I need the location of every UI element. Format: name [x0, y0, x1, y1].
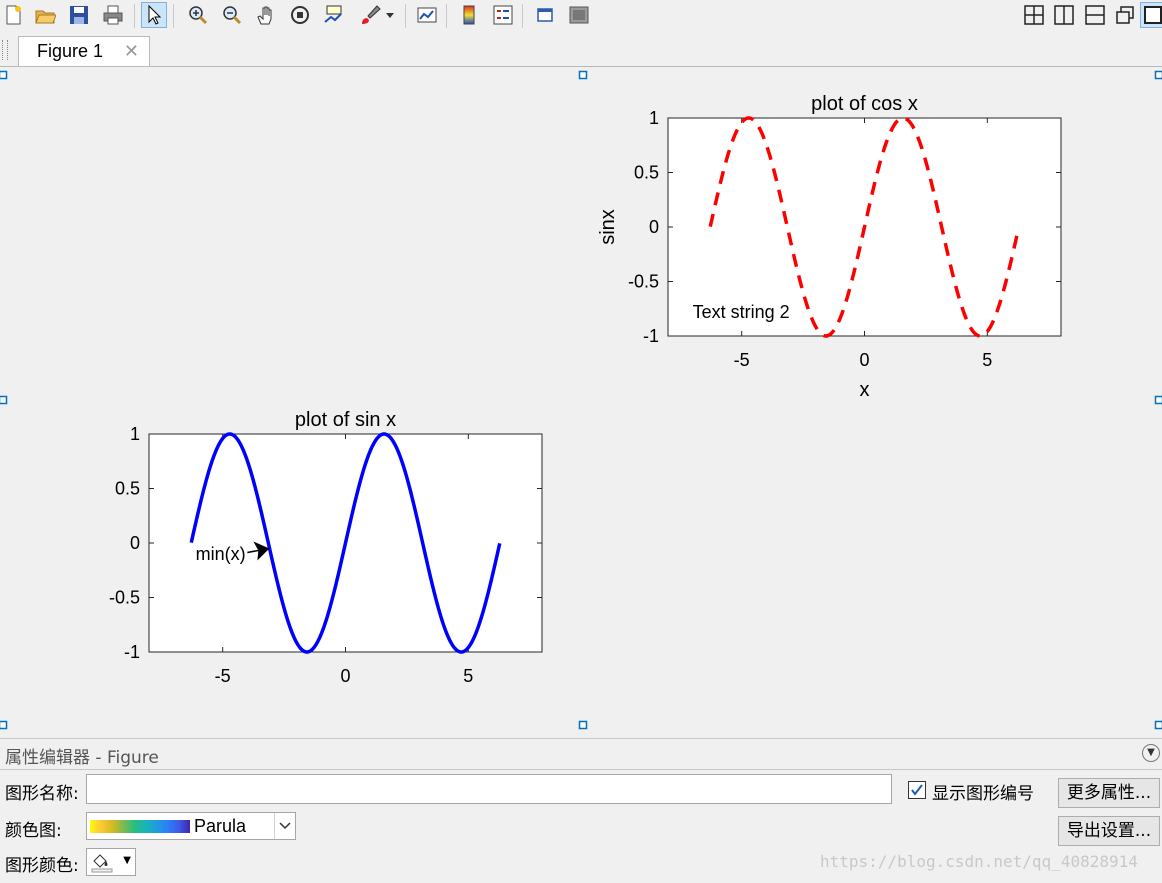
x-tick-label: -5	[734, 350, 750, 370]
tab-figure-1[interactable]: Figure 1 ✕	[18, 36, 150, 66]
print-icon[interactable]	[100, 2, 126, 28]
x-tick-label: 0	[340, 666, 350, 686]
rotate-3d-icon[interactable]	[287, 2, 313, 28]
x-tick-label: -5	[215, 666, 231, 686]
brush-icon[interactable]	[357, 2, 383, 28]
x-axis-label: x	[860, 379, 870, 401]
y-tick-label: -0.5	[109, 588, 140, 608]
chevron-down-icon: ▼	[123, 855, 131, 866]
tile-columns-icon[interactable]	[1051, 2, 1077, 28]
y-tick-label: 1	[649, 108, 659, 128]
property-editor-title: 属性编辑器 - Figure	[5, 748, 159, 768]
figure-color-label: 图形颜色:	[5, 856, 79, 876]
selection-handle	[1154, 395, 1162, 405]
selection-handle	[0, 395, 8, 405]
y-tick-label: 0	[649, 217, 659, 237]
figure-toolbar	[0, 0, 1162, 33]
figure-name-label: 图形名称:	[5, 784, 79, 804]
selection-handle	[0, 70, 8, 80]
colormap-swatch	[90, 820, 190, 833]
y-tick-label: -1	[124, 642, 140, 662]
figure-svg: -5 0 5 -1 -0.5 0 0.5 1 plot of cos x x sinx Text st…	[0, 70, 1162, 730]
hide-tools-icon[interactable]	[532, 2, 558, 28]
x-tick-label: 5	[982, 350, 992, 370]
y-tick-label: 0	[130, 533, 140, 553]
selection-handle	[0, 720, 8, 730]
float-icon[interactable]	[1112, 2, 1138, 28]
x-tick-label: 5	[463, 666, 473, 686]
figure-tab-strip: Figure 1 ✕	[0, 32, 1162, 67]
colorbar-icon[interactable]	[456, 2, 482, 28]
y-tick-label: 1	[130, 424, 140, 444]
save-icon[interactable]	[66, 2, 92, 28]
selection-handle	[578, 720, 588, 730]
figure-color-button[interactable]: ▼	[86, 848, 136, 876]
tile-2x2-icon[interactable]	[1021, 2, 1047, 28]
chart-title: plot of cos x	[811, 93, 918, 115]
brush-dropdown-icon[interactable]	[383, 2, 397, 28]
legend-icon[interactable]	[490, 2, 516, 28]
link-plot-icon[interactable]	[414, 2, 440, 28]
more-properties-button[interactable]: 更多属性...	[1058, 778, 1160, 808]
y-tick-label: 0.5	[634, 163, 659, 183]
watermark: https://blog.csdn.net/qq_40828914	[820, 852, 1138, 871]
arrow-select-icon[interactable]	[141, 2, 167, 28]
pan-hand-icon[interactable]	[253, 2, 279, 28]
y-axis-label: sinx	[597, 209, 619, 245]
zoom-out-icon[interactable]	[219, 2, 245, 28]
paint-bucket-icon	[91, 854, 113, 873]
chart-title: plot of sin x	[295, 409, 396, 431]
close-icon[interactable]: ✕	[124, 41, 139, 62]
y-tick-label: -1	[643, 326, 659, 346]
figure-name-input[interactable]	[86, 774, 892, 804]
show-tools-icon[interactable]	[566, 2, 592, 28]
tab-label: Figure 1	[37, 41, 104, 61]
show-number-label: 显示图形编号	[932, 784, 1034, 804]
open-file-icon[interactable]	[32, 2, 58, 28]
tab-grip-icon[interactable]	[2, 40, 8, 60]
new-figure-icon[interactable]	[0, 2, 26, 28]
export-settings-button[interactable]: 导出设置...	[1058, 816, 1160, 846]
colormap-value: Parula	[194, 816, 247, 836]
x-tick-label: 0	[859, 350, 869, 370]
show-number-checkbox[interactable]	[908, 781, 926, 799]
selection-handle	[578, 70, 588, 80]
axes-sin: -5 0 5 -1 -0.5 0 0.5 1 plot of sin x min(x)	[109, 409, 543, 686]
annotation-text: Text string 2	[693, 302, 790, 322]
annotation-text: min(x)	[196, 544, 246, 564]
selection-handle	[1154, 720, 1162, 730]
dock-icon[interactable]	[1140, 2, 1162, 28]
y-tick-label: -0.5	[628, 272, 659, 292]
colormap-select[interactable]: Parula	[86, 812, 296, 840]
collapse-icon[interactable]: ▼	[1142, 744, 1160, 762]
selection-handle	[1154, 70, 1162, 80]
tile-rows-icon[interactable]	[1082, 2, 1108, 28]
property-editor-header: 属性编辑器 - Figure ▼	[0, 738, 1162, 770]
colormap-label: 颜色图:	[5, 821, 62, 841]
data-cursor-icon[interactable]	[321, 2, 347, 28]
figure-canvas[interactable]: -5 0 5 -1 -0.5 0 0.5 1 plot of cos x x sinx Text st…	[0, 66, 1162, 738]
axes-cos: -5 0 5 -1 -0.5 0 0.5 1 plot of cos x x sinx Text st…	[597, 93, 1062, 401]
chevron-down-icon[interactable]	[274, 813, 295, 839]
zoom-in-icon[interactable]	[185, 2, 211, 28]
y-tick-label: 0.5	[115, 479, 140, 499]
